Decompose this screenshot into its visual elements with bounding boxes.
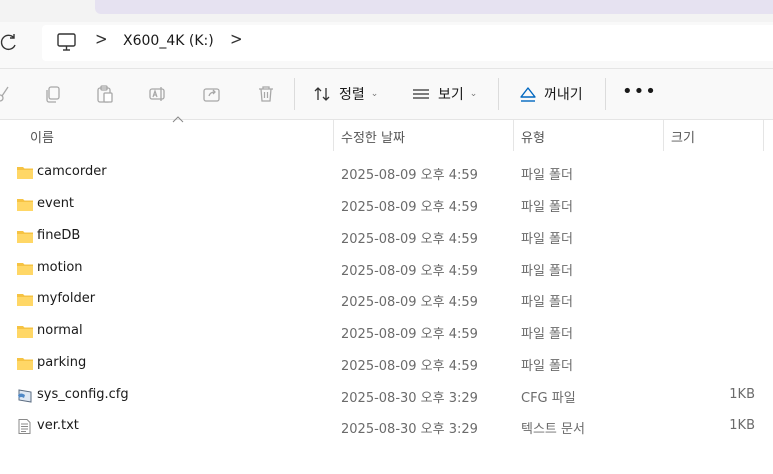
file-modified: 2025-08-09 오후 4:59 (341, 295, 478, 310)
column-header-name[interactable]: 이름 (30, 127, 54, 146)
file-size: 1KB (729, 418, 755, 433)
column-divider[interactable] (763, 119, 764, 151)
column-header-modified[interactable]: 수정한 날짜 (341, 127, 405, 146)
toolbar-divider (294, 78, 295, 110)
file-name: ver.txt (37, 418, 79, 433)
column-divider[interactable] (663, 119, 664, 151)
folder-icon (17, 263, 33, 275)
file-modified: 2025-08-09 오후 4:59 (341, 327, 478, 342)
file-row[interactable]: event 2025-08-09 오후 4:59 파일 폴더 (0, 188, 773, 220)
command-bar (0, 68, 773, 120)
cut-icon[interactable] (0, 84, 14, 104)
copy-icon[interactable] (43, 84, 63, 104)
file-row[interactable]: motion 2025-08-09 오후 4:59 파일 폴더 (0, 252, 773, 284)
sort-label: 정렬 (339, 87, 365, 103)
file-name: motion (37, 260, 83, 275)
column-header-type[interactable]: 유형 (521, 127, 545, 146)
file-name: event (37, 196, 75, 211)
column-divider[interactable] (513, 119, 514, 151)
breadcrumb-drive[interactable]: X600_4K (K:) (123, 33, 214, 49)
file-name: sys_config.cfg (37, 387, 129, 402)
eject-icon (520, 87, 536, 102)
file-row[interactable]: myfolder 2025-08-09 오후 4:59 파일 폴더 (0, 283, 773, 315)
file-row[interactable]: fineDB 2025-08-09 오후 4:59 파일 폴더 (0, 220, 773, 252)
window-tab-strip (95, 0, 773, 14)
breadcrumb-chevron-icon[interactable]: > (95, 29, 108, 49)
paste-icon[interactable] (95, 84, 115, 104)
file-name: camcorder (37, 164, 107, 179)
sort-button[interactable]: 정렬 ⌄ (313, 79, 378, 109)
this-pc-icon[interactable] (56, 32, 78, 52)
sort-icon (314, 87, 330, 101)
file-type: 파일 폴더 (521, 359, 573, 374)
file-modified: 2025-08-30 오후 3:29 (341, 422, 478, 437)
file-type: 파일 폴더 (521, 327, 573, 342)
folder-icon (17, 358, 33, 370)
folder-icon (17, 294, 33, 306)
file-name: parking (37, 355, 87, 370)
file-row[interactable]: sys_config.cfg 2025-08-30 오후 3:29 CFG 파일… (0, 379, 773, 411)
file-name: normal (37, 323, 83, 338)
file-modified: 2025-08-09 오후 4:59 (341, 200, 478, 215)
share-icon[interactable] (202, 84, 222, 104)
breadcrumb-chevron-icon[interactable]: > (230, 29, 243, 49)
file-modified: 2025-08-09 오후 4:59 (341, 264, 478, 279)
folder-icon (17, 167, 33, 179)
toolbar-divider (498, 78, 499, 110)
file-row[interactable]: camcorder 2025-08-09 오후 4:59 파일 폴더 (0, 156, 773, 188)
view-button[interactable]: 보기 ⌄ (410, 79, 477, 109)
column-divider[interactable] (333, 119, 334, 151)
file-type: 파일 폴더 (521, 232, 573, 247)
file-name: myfolder (37, 291, 96, 306)
chevron-down-icon: ⌄ (370, 89, 379, 99)
text-file-icon (18, 419, 31, 434)
file-modified: 2025-08-09 오후 4:59 (341, 232, 478, 247)
file-size: 1KB (729, 387, 755, 402)
delete-icon[interactable] (256, 84, 276, 104)
view-label: 보기 (438, 87, 464, 103)
sort-ascending-icon (172, 116, 184, 123)
column-header-size[interactable]: 크기 (671, 127, 695, 146)
file-name: fineDB (37, 228, 81, 243)
eject-label: 꺼내기 (544, 87, 583, 103)
file-row[interactable]: parking 2025-08-09 오후 4:59 파일 폴더 (0, 347, 773, 379)
file-modified: 2025-08-09 오후 4:59 (341, 168, 478, 183)
file-type: 파일 폴더 (521, 200, 573, 215)
file-type: 텍스트 문서 (521, 422, 585, 437)
folder-icon (17, 231, 33, 243)
refresh-icon[interactable] (0, 33, 18, 51)
file-type: 파일 폴더 (521, 264, 573, 279)
eject-button[interactable]: 꺼내기 (518, 79, 583, 109)
column-header-row: 이름 수정한 날짜 유형 크기 (0, 119, 773, 151)
chevron-down-icon: ⌄ (469, 89, 478, 99)
file-row[interactable]: ver.txt 2025-08-30 오후 3:29 텍스트 문서 1KB (0, 410, 773, 442)
file-row[interactable]: normal 2025-08-09 오후 4:59 파일 폴더 (0, 315, 773, 347)
file-modified: 2025-08-30 오후 3:29 (341, 391, 478, 406)
folder-icon (17, 326, 33, 338)
file-type: 파일 폴더 (521, 295, 573, 310)
toolbar-divider (605, 78, 606, 110)
view-list-icon (413, 89, 429, 99)
rename-icon[interactable] (148, 84, 168, 104)
file-modified: 2025-08-09 오후 4:59 (341, 359, 478, 374)
more-options-button[interactable]: ••• (622, 83, 656, 104)
config-file-icon (18, 389, 32, 403)
file-type: CFG 파일 (521, 391, 576, 406)
folder-icon (17, 199, 33, 211)
file-type: 파일 폴더 (521, 168, 573, 183)
